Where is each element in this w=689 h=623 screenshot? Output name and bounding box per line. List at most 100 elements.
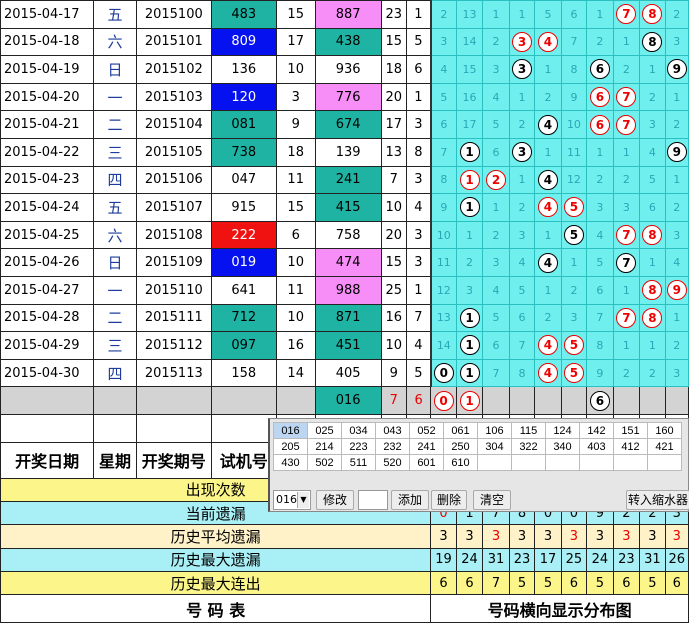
chevron-down-icon[interactable]: ▼ [297,492,309,508]
combination-cell[interactable]: 502 [307,454,342,471]
combination-cell[interactable]: 520 [375,454,410,471]
delete-button[interactable]: 删除 [431,490,467,510]
distribution-cell: 4 [508,248,536,277]
combination-cell[interactable]: 241 [409,438,444,455]
combination-cell[interactable] [511,454,546,471]
combination-cell[interactable]: 610 [443,454,478,471]
trial-number: 712 [210,303,277,333]
draw-date: 2015-04-17 [0,0,95,29]
miss-count: 1 [544,228,552,242]
combination-popup: 016 025 034 043 052 061 106 115 124 142 151 160 205 2… [268,418,689,512]
trial-sum: 11 [275,275,316,305]
trial-number: 738 [210,137,277,167]
distribution-cell: 2 [508,110,536,139]
combination-cell[interactable]: 322 [511,438,546,455]
combination-cell[interactable]: 016 [273,422,308,439]
combination-cell[interactable]: 106 [477,422,512,439]
miss-count: 7 [440,145,448,159]
distribution-cell: 3 [508,55,536,84]
draw-result: 776 [314,82,382,112]
miss-count: 15 [462,62,477,76]
number-ball: 5 [563,197,584,218]
result-tail: 1 [405,275,432,305]
miss-count: 11 [566,145,581,159]
distribution-cell: 11 [560,137,588,167]
stats-value: 3 [639,524,666,549]
stats-value: 31 [639,547,666,572]
combination-cell[interactable]: 250 [443,438,478,455]
distribution-cell: 12 [429,275,457,305]
trial-number: 809 [210,27,277,57]
distribution-cell: 5 [534,0,562,29]
distribution-cell: 1 [455,331,484,360]
combination-cell[interactable]: 214 [307,438,342,455]
distribution-cell: 14 [455,27,484,57]
combination-select[interactable]: 016 ▼ [273,490,311,510]
combination-cell[interactable]: 151 [613,422,648,439]
combination-cell[interactable]: 025 [307,422,342,439]
combination-cell[interactable]: 223 [341,438,376,455]
combination-cell[interactable]: 430 [273,454,308,471]
forecast-cell [534,386,562,415]
weekday: 日 [93,55,137,84]
forecast-tail: 6 [405,386,432,415]
result-tail: 8 [405,137,432,167]
modify-button[interactable]: 修改 [316,490,354,510]
header-date: 开奖日期 [0,441,95,479]
distribution-cell: 1 [664,303,689,333]
combination-cell[interactable] [613,454,648,471]
add-button[interactable]: 添加 [391,490,429,510]
distribution-cell: 8 [560,55,588,84]
distribution-cell: 3 [664,220,689,250]
combination-cell[interactable]: 124 [545,422,580,439]
number-input[interactable] [358,490,388,510]
combination-cell[interactable]: 340 [545,438,580,455]
distribution-cell: 6 [586,82,614,112]
miss-count: 5 [492,311,500,325]
combination-cell[interactable]: 043 [375,422,410,439]
trial-sum: 15 [275,193,316,222]
combination-cell[interactable]: 412 [613,438,648,455]
combination-cell[interactable]: 142 [579,422,614,439]
distribution-cell: 1 [612,137,641,167]
combination-cell[interactable]: 304 [477,438,512,455]
miss-count: 1 [596,145,604,159]
combination-cell[interactable] [647,454,682,471]
miss-count: 1 [570,256,578,270]
combination-cell[interactable]: 421 [647,438,682,455]
forecast-cell: 6 [586,386,614,415]
miss-count: 2 [596,173,604,187]
combination-cell[interactable]: 232 [375,438,410,455]
miss-count: 10 [566,118,581,132]
combination-cell[interactable]: 115 [511,422,546,439]
combination-table: 016 025 034 043 052 061 106 115 124 142 151 160 205 2… [273,422,682,471]
combination-cell[interactable]: 061 [443,422,478,439]
combination-cell[interactable]: 160 [647,422,682,439]
distribution-cell: 7 [482,358,510,388]
combination-cell[interactable]: 205 [273,438,308,455]
draw-date: 2015-04-19 [0,55,95,84]
combination-select-value: 016 [276,493,297,506]
combination-cell[interactable] [477,454,512,471]
result-sum: 15 [380,27,407,57]
miss-count: 6 [596,283,604,297]
number-ball: 3 [512,31,532,52]
send-to-shrinker-button[interactable]: 转入缩水器 [626,490,689,510]
issue-number: 2015107 [135,193,212,222]
miss-count: 16 [462,90,477,104]
combination-cell[interactable] [545,454,580,471]
distribution-cell: 2 [586,165,614,195]
number-ball: 2 [486,169,507,190]
combination-cell[interactable]: 511 [341,454,376,471]
distribution-cell: 2 [586,27,614,57]
distribution-cell: 5 [560,193,588,222]
combination-cell[interactable]: 403 [579,438,614,455]
combination-cell[interactable]: 601 [409,454,444,471]
miss-count: 2 [622,366,630,380]
number-ball: 7 [616,225,637,246]
combination-cell[interactable]: 034 [341,422,376,439]
clear-button[interactable]: 清空 [473,490,511,510]
number-ball: 9 [666,59,687,80]
combination-cell[interactable] [579,454,614,471]
combination-cell[interactable]: 052 [409,422,444,439]
